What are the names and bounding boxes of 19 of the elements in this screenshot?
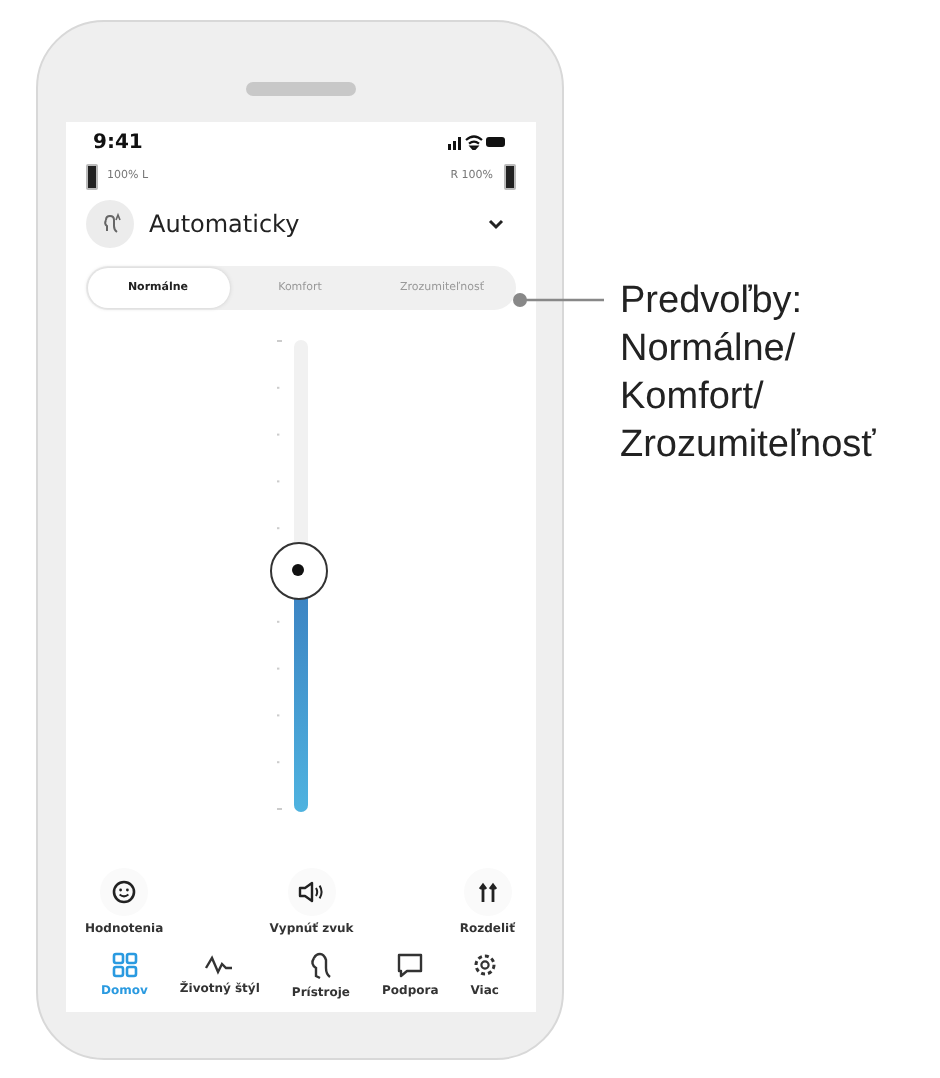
grid-icon [111,952,138,978]
battery-icon [503,163,515,189]
program-icon [85,200,133,248]
speaker-icon [298,880,325,904]
chat-icon [396,952,425,978]
settings-icon [471,952,498,978]
battery-icon [85,163,97,189]
split-icon [475,880,500,904]
slider-thumb[interactable] [269,541,327,600]
status-icons [447,134,507,150]
program-name[interactable]: Automaticky [149,210,471,238]
pulse-icon [204,952,235,976]
hearing-aid-icon [308,952,333,980]
callout-text: Predvoľby: Normálne/ Komfort/ Zrozumiteľnosť [620,278,876,470]
chevron-down-icon[interactable] [487,218,503,230]
status-time: 9:41 [93,131,143,153]
leader-line [512,292,604,308]
phone-speaker [245,82,355,96]
smiley-icon [112,880,137,904]
